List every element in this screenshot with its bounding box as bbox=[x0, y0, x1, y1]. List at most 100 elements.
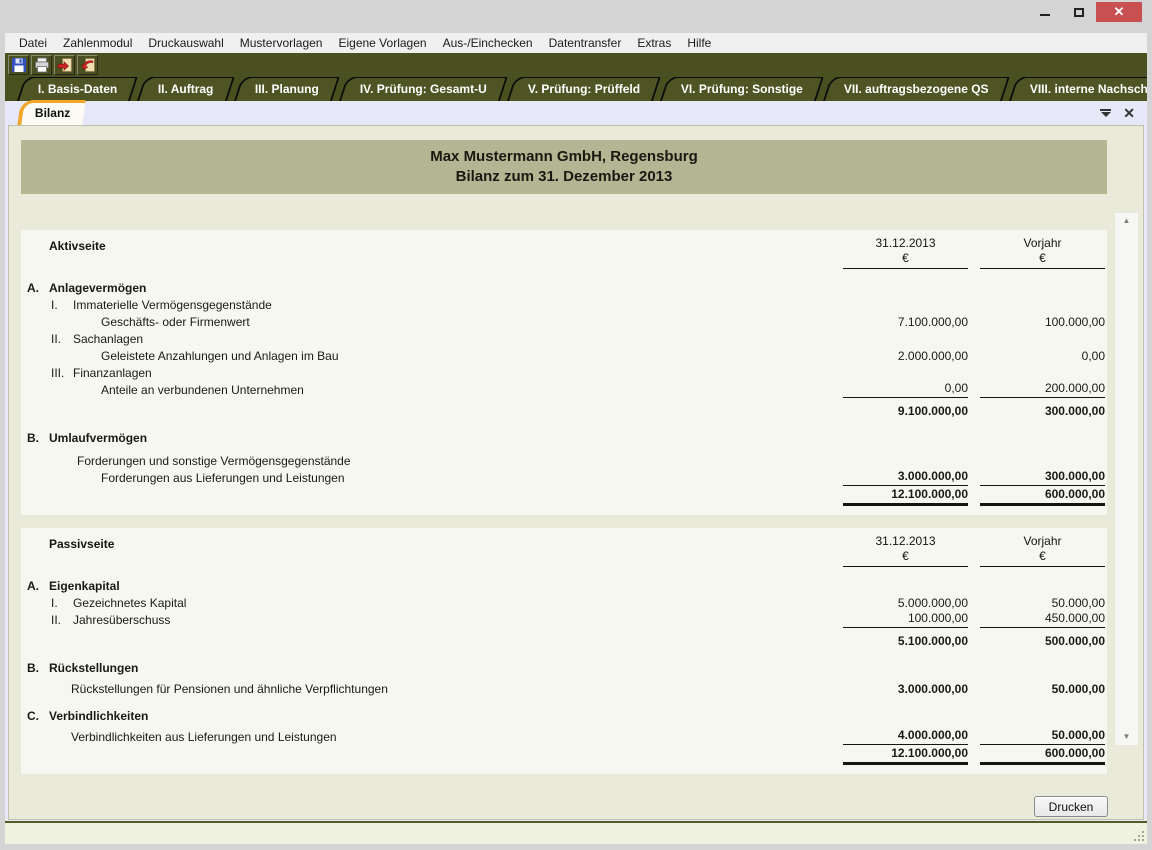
amount-cell: 100.000,00 bbox=[980, 315, 1105, 330]
balance-row: Geleistete Anzahlungen und Anlagen im Ba… bbox=[21, 347, 1107, 364]
balance-row: B.Umlaufvermögen bbox=[21, 429, 1107, 446]
checkin-icon[interactable] bbox=[77, 55, 98, 75]
balance-row: Forderungen aus Lieferungen und Leistung… bbox=[21, 469, 1107, 486]
close-button[interactable]: ✕ bbox=[1096, 2, 1142, 22]
balance-row: C.Verbindlichkeiten bbox=[21, 707, 1107, 724]
amount-cell: 50.000,00 bbox=[980, 682, 1105, 697]
amount-cell: 100.000,00 bbox=[843, 611, 968, 628]
vertical-scrollbar[interactable]: ▲ ▼ bbox=[1115, 213, 1138, 745]
app-frame: DateiZahlenmodulDruckauswahlMustervorlag… bbox=[5, 33, 1147, 844]
section-title-aktivseite: Aktivseite bbox=[49, 236, 106, 253]
amount-cell: 0,00 bbox=[980, 349, 1105, 364]
amount-cell: 0,00 bbox=[843, 381, 968, 398]
minimize-button[interactable] bbox=[1028, 2, 1062, 22]
menu-item-hilfe[interactable]: Hilfe bbox=[679, 34, 719, 52]
tab-bilanz[interactable]: Bilanz bbox=[17, 100, 86, 125]
section-title-passivseite: Passivseite bbox=[49, 534, 114, 551]
tab-viii-interne-nachschau[interactable]: VIII. interne Nachschau bbox=[1009, 77, 1147, 101]
print-icon[interactable] bbox=[31, 55, 52, 75]
balance-row: II.Jahresüberschuss100.000,00450.000,00 bbox=[21, 611, 1107, 628]
amount-cell: 600.000,00 bbox=[980, 487, 1105, 506]
column-header-prior: Vorjahr€ bbox=[980, 236, 1105, 269]
maximize-button[interactable] bbox=[1062, 2, 1096, 22]
amount-cell: 4.000.000,00 bbox=[843, 728, 968, 745]
menu-item-eigene-vorlagen[interactable]: Eigene Vorlagen bbox=[330, 34, 434, 52]
amount-cell: 500.000,00 bbox=[980, 634, 1105, 649]
amount-cell: 50.000,00 bbox=[980, 596, 1105, 611]
amount-cell: 600.000,00 bbox=[980, 746, 1105, 765]
report-subtitle: Bilanz zum 31. Dezember 2013 bbox=[456, 167, 673, 187]
amount-cell: 12.100.000,00 bbox=[843, 487, 968, 506]
balance-row: 5.100.000,00 500.000,00 bbox=[21, 632, 1107, 649]
amount-cell: 5.000.000,00 bbox=[843, 596, 968, 611]
scroll-up-icon[interactable]: ▲ bbox=[1123, 217, 1131, 225]
company-title: Max Mustermann GmbH, Regensburg bbox=[430, 147, 698, 167]
column-headers: 31.12.2013€ Vorjahr€ bbox=[843, 534, 1107, 567]
column-header-current: 31.12.2013€ bbox=[843, 236, 968, 269]
column-header-current: 31.12.2013€ bbox=[843, 534, 968, 567]
amount-cell: 5.100.000,00 bbox=[843, 634, 968, 649]
balance-row: I.Gezeichnetes Kapital5.000.000,0050.000… bbox=[21, 594, 1107, 611]
tab-v-prüfung-prüffeld[interactable]: V. Prüfung: Prüffeld bbox=[507, 77, 661, 101]
print-button[interactable]: Drucken bbox=[1034, 796, 1108, 817]
tab-vi-prüfung-sonstige[interactable]: VI. Prüfung: Sonstige bbox=[660, 77, 824, 101]
tab-i-basis-daten[interactable]: I. Basis-Daten bbox=[17, 77, 138, 101]
menu-item-mustervorlagen[interactable]: Mustervorlagen bbox=[232, 34, 331, 52]
amount-cell: 3.000.000,00 bbox=[843, 682, 968, 697]
collapse-panel-icon[interactable] bbox=[1100, 109, 1111, 117]
balance-row: A.Eigenkapital bbox=[21, 577, 1107, 594]
balance-row: B.Rückstellungen bbox=[21, 659, 1107, 676]
balance-row: 12.100.000,00 600.000,00 bbox=[21, 746, 1107, 765]
balance-row: 9.100.000,00 300.000,00 bbox=[21, 402, 1107, 419]
status-bar bbox=[5, 821, 1147, 844]
amount-cell: 300.000,00 bbox=[980, 404, 1105, 419]
toolbar bbox=[5, 53, 1147, 77]
tab-iv-prüfung-gesamt-u[interactable]: IV. Prüfung: Gesamt-U bbox=[339, 77, 508, 101]
checkout-icon[interactable] bbox=[54, 55, 75, 75]
balance-row: Forderungen und sonstige Vermögensgegens… bbox=[21, 452, 1107, 469]
balance-row: 12.100.000,00 600.000,00 bbox=[21, 487, 1107, 506]
menu-item-zahlenmodul[interactable]: Zahlenmodul bbox=[55, 34, 140, 52]
balance-row: III.Finanzanlagen bbox=[21, 364, 1107, 381]
menu-item-druckauswahl[interactable]: Druckauswahl bbox=[140, 34, 231, 52]
resize-grip-icon[interactable] bbox=[1131, 828, 1144, 841]
amount-cell: 200.000,00 bbox=[980, 381, 1105, 398]
tab-vii-auftragsbezogene-qs[interactable]: VII. auftragsbezogene QS bbox=[823, 77, 1010, 101]
amount-cell: 12.100.000,00 bbox=[843, 746, 968, 765]
menu-item-aus-einchecken[interactable]: Aus-/Einchecken bbox=[435, 34, 541, 52]
amount-cell: 2.000.000,00 bbox=[843, 349, 968, 364]
save-icon[interactable] bbox=[8, 55, 29, 75]
close-document-icon[interactable]: ✕ bbox=[1123, 107, 1135, 119]
window-controls: ✕ bbox=[1028, 2, 1142, 22]
column-header-prior: Vorjahr€ bbox=[980, 534, 1105, 567]
amount-cell: 50.000,00 bbox=[980, 728, 1105, 745]
report-title-band: Max Mustermann GmbH, Regensburg Bilanz z… bbox=[21, 140, 1107, 194]
application-window: ✕ DateiZahlenmodulDruckauswahlMustervorl… bbox=[0, 0, 1152, 850]
amount-cell: 7.100.000,00 bbox=[843, 315, 968, 330]
menu-item-extras[interactable]: Extras bbox=[629, 34, 679, 52]
menu-item-datentransfer[interactable]: Datentransfer bbox=[541, 34, 630, 52]
amount-cell: 300.000,00 bbox=[980, 469, 1105, 486]
scroll-down-icon[interactable]: ▼ bbox=[1123, 733, 1131, 741]
main-tab-bar: I. Basis-DatenII. AuftragIII. PlanungIV.… bbox=[5, 77, 1147, 101]
balance-row: I.Immaterielle Vermögensgegenstände bbox=[21, 296, 1107, 313]
document-tab-row: Bilanz ✕ bbox=[5, 101, 1147, 125]
tab-iii-planung[interactable]: III. Planung bbox=[234, 77, 340, 101]
amount-cell: 450.000,00 bbox=[980, 611, 1105, 628]
column-headers: 31.12.2013€ Vorjahr€ bbox=[843, 236, 1107, 269]
title-bar: ✕ bbox=[0, 0, 1152, 33]
menu-bar: DateiZahlenmodulDruckauswahlMustervorlag… bbox=[5, 33, 1147, 53]
menu-item-datei[interactable]: Datei bbox=[11, 34, 55, 52]
passivseite-panel: Passivseite 31.12.2013€ Vorjahr€ A.Eigen… bbox=[21, 528, 1107, 774]
aktivseite-panel: Aktivseite 31.12.2013€ Vorjahr€ A.Anlage… bbox=[21, 230, 1107, 515]
amount-cell: 9.100.000,00 bbox=[843, 404, 968, 419]
balance-row: Geschäfts- oder Firmenwert7.100.000,0010… bbox=[21, 313, 1107, 330]
balance-row: II.Sachanlagen bbox=[21, 330, 1107, 347]
report-area: Max Mustermann GmbH, Regensburg Bilanz z… bbox=[8, 125, 1144, 820]
balance-row: Verbindlichkeiten aus Lieferungen und Le… bbox=[21, 728, 1107, 745]
balance-row: Rückstellungen für Pensionen und ähnlich… bbox=[21, 680, 1107, 697]
tab-ii-auftrag[interactable]: II. Auftrag bbox=[137, 77, 235, 101]
amount-cell: 3.000.000,00 bbox=[843, 469, 968, 486]
balance-row: A.Anlagevermögen bbox=[21, 279, 1107, 296]
balance-row: Anteile an verbundenen Unternehmen0,0020… bbox=[21, 381, 1107, 398]
